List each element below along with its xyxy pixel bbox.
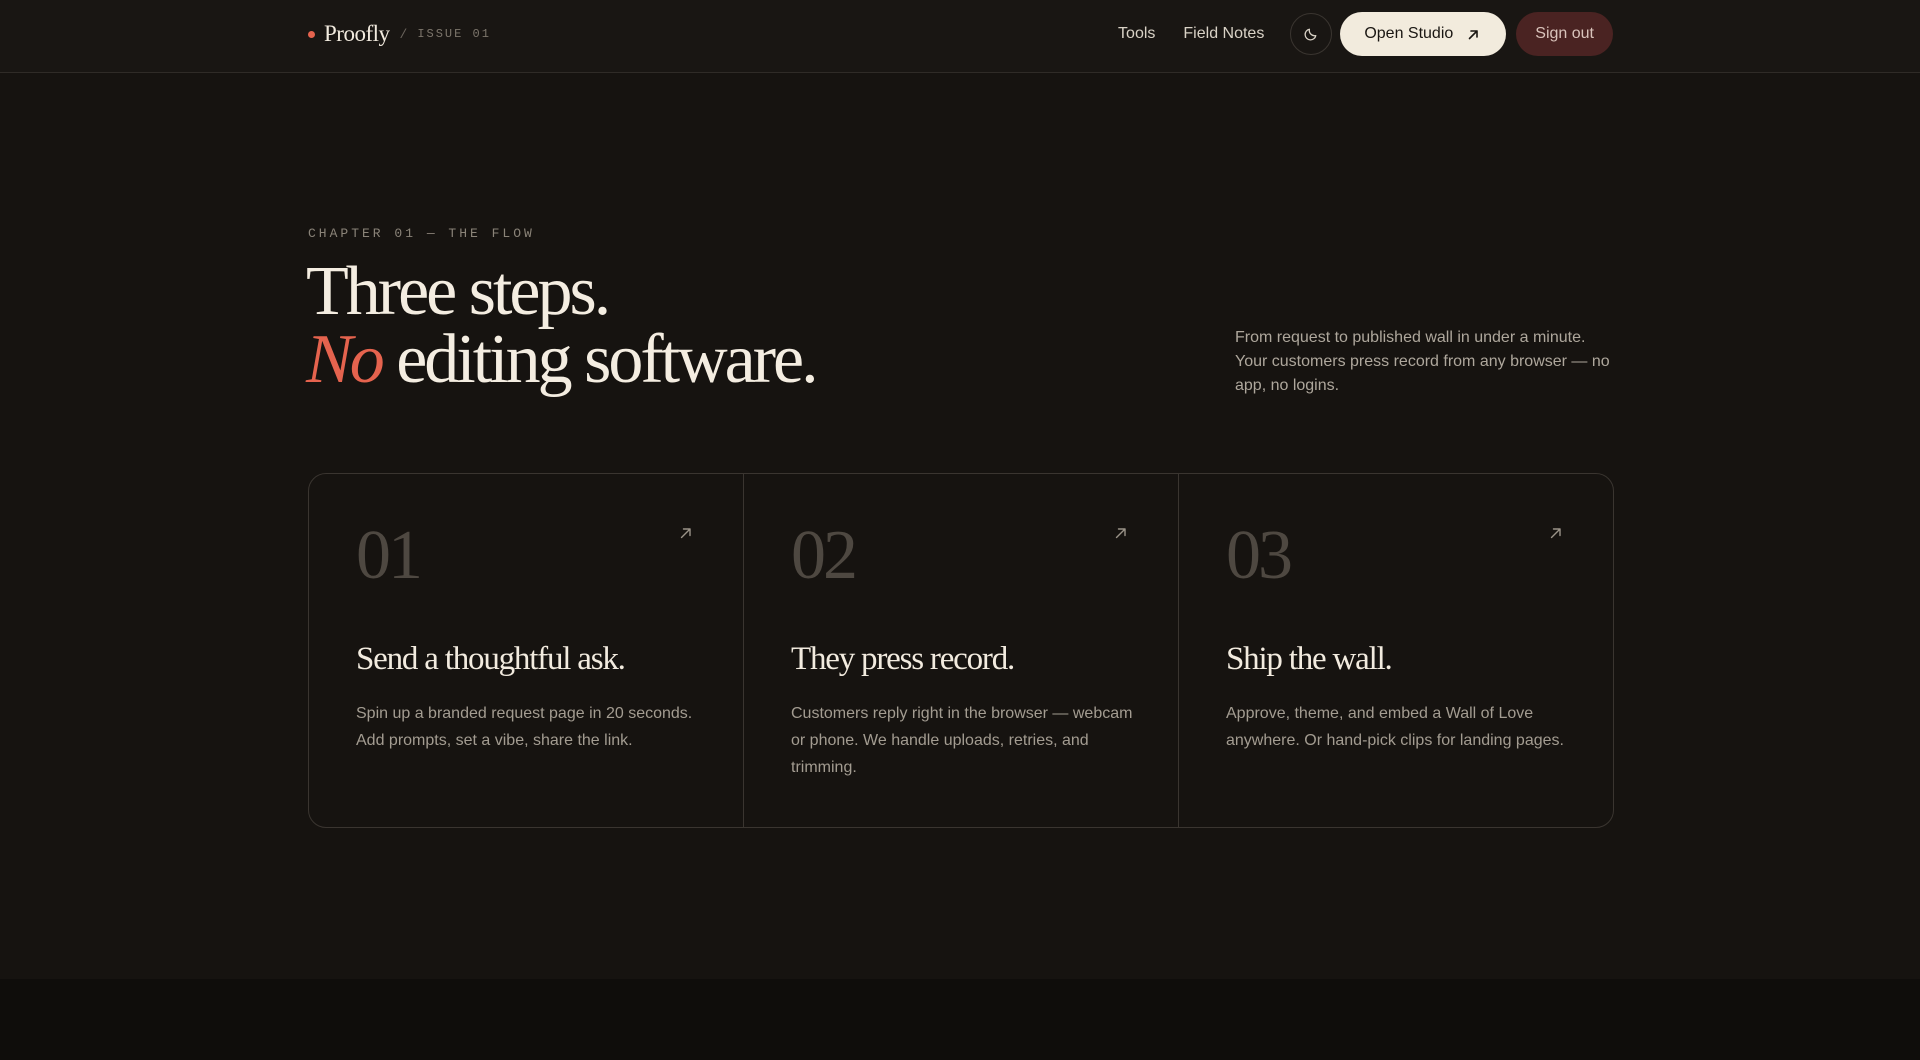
steps-grid: 01 Send a thoughtful ask. Spin up a bran… bbox=[308, 473, 1614, 828]
step-body: Customers reply right in the browser — w… bbox=[791, 705, 1133, 776]
page-headline: Three steps. No editing software. bbox=[306, 257, 819, 395]
brand-name: Proofly bbox=[324, 21, 390, 46]
headline-line-1: Three steps. bbox=[306, 253, 611, 330]
arrow-up-right-icon bbox=[1549, 526, 1563, 540]
footer-band bbox=[0, 979, 1920, 1060]
step-title: Send a thoughtful ask. bbox=[356, 641, 626, 677]
step-number: 02 bbox=[791, 517, 858, 594]
chapter-kicker: CHAPTER 01 — THE FLOW bbox=[308, 226, 535, 241]
step-number: 03 bbox=[1226, 517, 1293, 594]
nav-link-field-notes[interactable]: Field Notes bbox=[1183, 25, 1264, 43]
step-card[interactable]: 02 They press record. Customers reply ri… bbox=[744, 474, 1179, 827]
open-studio-button[interactable]: Open Studio bbox=[1340, 12, 1507, 56]
step-card[interactable]: 01 Send a thoughtful ask. Spin up a bran… bbox=[309, 474, 744, 827]
hero-lede: From request to published wall in under … bbox=[1235, 329, 1610, 394]
step-card[interactable]: 03 Ship the wall. Approve, theme, and em… bbox=[1179, 474, 1613, 827]
issue-label: ISSUE 01 bbox=[417, 27, 491, 41]
main-nav: Tools Field Notes Open Studio Sign out bbox=[1118, 11, 1613, 57]
headline-accent: No bbox=[306, 321, 385, 398]
step-number: 01 bbox=[356, 517, 423, 594]
nav-link-tools[interactable]: Tools bbox=[1118, 25, 1155, 43]
headline-line-2: editing software. bbox=[381, 321, 818, 398]
step-title: Ship the wall. bbox=[1226, 641, 1393, 677]
arrow-up-right-icon bbox=[1114, 526, 1128, 540]
step-body: Spin up a branded request page in 20 sec… bbox=[356, 705, 693, 749]
sign-out-button[interactable]: Sign out bbox=[1516, 12, 1613, 56]
theme-toggle-button[interactable] bbox=[1290, 13, 1333, 55]
moon-icon bbox=[1304, 28, 1317, 41]
brand[interactable]: Proofly / ISSUE 01 bbox=[308, 20, 491, 48]
open-studio-label: Open Studio bbox=[1364, 25, 1454, 42]
site-header: Proofly / ISSUE 01 Tools Field Notes Ope… bbox=[0, 0, 1920, 73]
step-title: They press record. bbox=[791, 641, 1015, 677]
brand-dot-icon bbox=[308, 30, 315, 38]
arrow-up-right-icon bbox=[1467, 28, 1480, 41]
step-body: Approve, theme, and embed a Wall of Love… bbox=[1226, 705, 1564, 749]
brand-separator: / bbox=[399, 26, 408, 42]
arrow-up-right-icon bbox=[679, 526, 693, 540]
